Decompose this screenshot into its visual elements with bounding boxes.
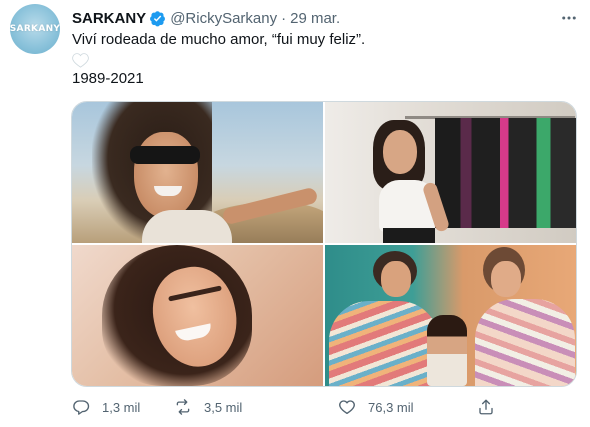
photo-closeup-smile[interactable]: [72, 245, 323, 386]
painting-figure-left-face: [381, 261, 411, 297]
tweet-years: 1989-2021: [72, 70, 144, 87]
photo-face: [383, 130, 417, 174]
reply-icon: [73, 400, 90, 415]
photo-top: [142, 210, 232, 243]
painting-figure-left: [329, 301, 439, 386]
tweet-text: Viví rodeada de mucho amor, “fui muy fel…: [72, 31, 366, 48]
painting-figure-right-face: [491, 261, 521, 297]
avatar-logo-text: SARKANY: [10, 24, 60, 34]
heart-icon: [339, 400, 355, 415]
white-heart-icon: [72, 53, 89, 68]
retweet-button[interactable]: 3,5 mil: [174, 395, 242, 419]
tweet-actions: 1,3 mil 3,5 mil 76,3 mil: [72, 395, 512, 419]
more-options-button[interactable]: [558, 8, 580, 28]
media-grid[interactable]: [71, 101, 577, 387]
photo-face: [134, 132, 198, 218]
avatar[interactable]: SARKANY: [10, 4, 60, 54]
photo-beach-selfie[interactable]: [72, 102, 323, 243]
like-button[interactable]: 76,3 mil: [338, 395, 414, 419]
photo-clothes: [435, 118, 576, 228]
header-separator: ·: [281, 9, 287, 27]
photo-sunglasses: [130, 146, 200, 164]
more-dots-icon: [562, 16, 576, 20]
like-count: 76,3 mil: [368, 399, 414, 415]
photo-closet[interactable]: [325, 102, 576, 243]
photo-woman-seated: [427, 315, 467, 386]
tweet-date[interactable]: 29 mar.: [290, 10, 340, 27]
reply-button[interactable]: 1,3 mil: [72, 395, 140, 419]
photo-painting[interactable]: [325, 245, 576, 386]
photo-pants: [383, 228, 435, 243]
author-handle[interactable]: @RickySarkany: [170, 10, 277, 27]
tweet[interactable]: SARKANY SARKANY @RickySarkany · 29 mar. …: [0, 0, 590, 427]
share-button[interactable]: [477, 395, 495, 419]
tweet-header: SARKANY @RickySarkany · 29 mar.: [72, 8, 340, 28]
painting-figure-right: [475, 299, 575, 386]
verified-badge-icon: [150, 10, 166, 26]
share-icon: [479, 399, 493, 415]
retweet-icon: [176, 399, 190, 415]
author-display-name[interactable]: SARKANY: [72, 10, 146, 27]
retweet-count: 3,5 mil: [204, 399, 243, 415]
reply-count: 1,3 mil: [102, 399, 141, 415]
